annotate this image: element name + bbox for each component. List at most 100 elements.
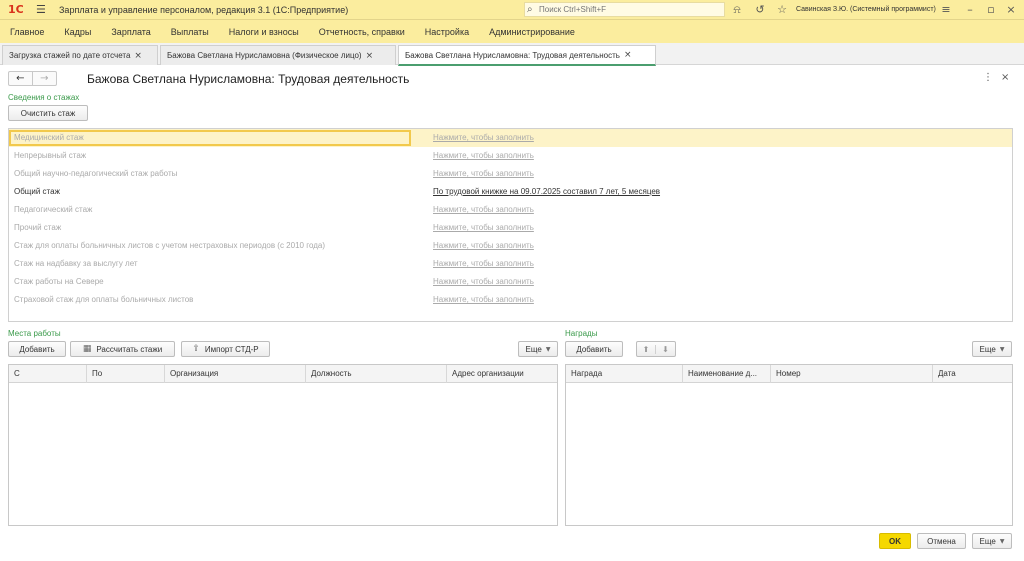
more-actions-icon[interactable]: ⋮ bbox=[983, 72, 993, 83]
move-up-icon[interactable]: ⬆ bbox=[637, 344, 657, 354]
stazh-value-link[interactable]: По трудовой книжке на 09.07.2025 состави… bbox=[433, 184, 660, 200]
app-title: Зарплата и управление персоналом, редакц… bbox=[59, 4, 349, 15]
stazh-row[interactable]: Стаж на надбавку за выслугу лет Нажмите,… bbox=[9, 255, 1012, 273]
calculator-icon: ▦ bbox=[82, 344, 92, 354]
menu-item-settings[interactable]: Настройка bbox=[415, 27, 479, 37]
stazh-row[interactable]: Педагогический стаж Нажмите, чтобы запол… bbox=[9, 201, 1012, 219]
tab-work-activity[interactable]: Бажова Светлана Нурисламовна: Трудовая д… bbox=[398, 45, 656, 66]
workplaces-more-button[interactable]: Еще ▼ bbox=[518, 341, 558, 357]
tab-person[interactable]: Бажова Светлана Нурисламовна (Физическое… bbox=[160, 45, 396, 65]
more-label: Еще bbox=[525, 344, 542, 354]
stazh-row[interactable]: Медицинский стаж Нажмите, чтобы заполнит… bbox=[9, 129, 1012, 147]
tab-label: Бажова Светлана Нурисламовна: Трудовая д… bbox=[405, 50, 620, 60]
column-header-position[interactable]: Должность bbox=[306, 365, 447, 383]
import-std-button[interactable]: ⇪ Импорт СТД-Р bbox=[181, 341, 270, 357]
stazh-row[interactable]: Страховой стаж для оплаты больничных лис… bbox=[9, 291, 1012, 309]
restore-icon[interactable]: ▫ bbox=[985, 3, 997, 16]
menu-item-reports[interactable]: Отчетность, справки bbox=[309, 27, 415, 37]
menu-item-main[interactable]: Главное bbox=[0, 27, 54, 37]
table-header: Награда Наименование д... Номер Дата bbox=[566, 365, 1012, 383]
stazh-row[interactable]: Прочий стаж Нажмите, чтобы заполнить bbox=[9, 219, 1012, 237]
menu-item-salary[interactable]: Зарплата bbox=[101, 27, 160, 37]
add-workplace-button[interactable]: Добавить bbox=[8, 341, 66, 357]
column-header-number[interactable]: Номер bbox=[771, 365, 933, 383]
stazh-value-link[interactable]: Нажмите, чтобы заполнить bbox=[433, 202, 534, 218]
forward-arrow-icon[interactable]: → bbox=[33, 72, 56, 85]
workplaces-label: Места работы bbox=[8, 329, 61, 338]
stazh-value-link[interactable]: Нажмите, чтобы заполнить bbox=[433, 220, 534, 236]
stazh-name: Общий стаж bbox=[14, 187, 60, 196]
section-menu: Главное Кадры Зарплата Выплаты Налоги и … bbox=[0, 20, 1024, 43]
minimize-icon[interactable]: – bbox=[964, 3, 976, 16]
tab-label: Бажова Светлана Нурисламовна (Физическое… bbox=[167, 51, 362, 60]
current-user[interactable]: Савинская З.Ю. (Системный программист) bbox=[796, 6, 936, 13]
workplaces-table[interactable]: С По Организация Должность Адрес организ… bbox=[8, 364, 558, 526]
ok-button[interactable]: OK bbox=[879, 533, 911, 549]
history-icon[interactable]: ↺ bbox=[754, 3, 766, 16]
stazh-name: Стаж работы на Севере bbox=[14, 277, 104, 286]
column-header-organization[interactable]: Организация bbox=[165, 365, 306, 383]
stazh-value-link[interactable]: Нажмите, чтобы заполнить bbox=[433, 274, 534, 290]
footer-more-button[interactable]: Еще ▼ bbox=[972, 533, 1012, 549]
calc-stazh-button[interactable]: ▦ Рассчитать стажи bbox=[70, 341, 175, 357]
column-header-doc-name[interactable]: Наименование д... bbox=[683, 365, 771, 383]
awards-table[interactable]: Награда Наименование д... Номер Дата bbox=[565, 364, 1013, 526]
stazh-name: Стаж для оплаты больничных листов с учет… bbox=[14, 241, 325, 250]
tab-stazh-loading[interactable]: Загрузка стажей по дате отсчета × bbox=[2, 45, 158, 65]
page-title: Бажова Светлана Нурисламовна: Трудовая д… bbox=[87, 72, 410, 86]
column-header-to[interactable]: По bbox=[87, 365, 165, 383]
stazh-name: Педагогический стаж bbox=[14, 205, 93, 214]
stazh-name: Непрерывный стаж bbox=[14, 151, 87, 160]
close-icon[interactable]: × bbox=[624, 50, 632, 60]
table-header: С По Организация Должность Адрес организ… bbox=[9, 365, 557, 383]
search-input[interactable] bbox=[539, 5, 719, 14]
awards-more-button[interactable]: Еще ▼ bbox=[972, 341, 1012, 357]
import-std-label: Импорт СТД-Р bbox=[204, 344, 259, 354]
more-label: Еще bbox=[979, 344, 996, 354]
add-award-button[interactable]: Добавить bbox=[565, 341, 623, 357]
stazh-value-link[interactable]: Нажмите, чтобы заполнить bbox=[433, 130, 534, 146]
stazh-value-link[interactable]: Нажмите, чтобы заполнить bbox=[433, 256, 534, 272]
move-buttons: ⬆ ⬇ bbox=[636, 341, 676, 357]
tab-label: Загрузка стажей по дате отсчета bbox=[9, 51, 131, 60]
back-arrow-icon[interactable]: ← bbox=[9, 72, 33, 85]
column-header-award[interactable]: Награда bbox=[566, 365, 683, 383]
stazh-row[interactable]: Непрерывный стаж Нажмите, чтобы заполнит… bbox=[9, 147, 1012, 165]
search-box[interactable]: ⌕ bbox=[524, 2, 725, 17]
close-icon[interactable]: × bbox=[1001, 72, 1009, 83]
main-menu-icon[interactable]: ☰ bbox=[36, 3, 48, 16]
column-header-address[interactable]: Адрес организации bbox=[447, 365, 557, 383]
stazh-row[interactable]: Общий научно-педагогический стаж работы … bbox=[9, 165, 1012, 183]
menu-item-taxes[interactable]: Налоги и взносы bbox=[219, 27, 309, 37]
menu-item-payments[interactable]: Выплаты bbox=[161, 27, 219, 37]
menu-item-hr[interactable]: Кадры bbox=[54, 27, 101, 37]
menu-item-admin[interactable]: Администрирование bbox=[479, 27, 585, 37]
settings-menu-icon[interactable]: ≡ bbox=[940, 3, 952, 16]
star-icon[interactable]: ☆ bbox=[776, 3, 788, 16]
move-down-icon[interactable]: ⬇ bbox=[656, 345, 675, 354]
chevron-down-icon: ▼ bbox=[999, 345, 1005, 353]
cancel-button[interactable]: Отмена bbox=[917, 533, 966, 549]
stazh-value-link[interactable]: Нажмите, чтобы заполнить bbox=[433, 292, 534, 308]
calc-stazh-label: Рассчитать стажи bbox=[96, 344, 163, 354]
stazh-value-link[interactable]: Нажмите, чтобы заполнить bbox=[433, 148, 534, 164]
stazh-value-link[interactable]: Нажмите, чтобы заполнить bbox=[433, 238, 534, 254]
bell-icon[interactable]: ⍾ bbox=[731, 3, 743, 17]
app-logo: 1С bbox=[8, 3, 24, 16]
stazh-name: Прочий стаж bbox=[14, 223, 62, 232]
clear-stazh-button[interactable]: Очистить стаж bbox=[8, 105, 88, 121]
stazh-row[interactable]: Общий стаж По трудовой книжке на 09.07.2… bbox=[9, 183, 1012, 201]
close-window-icon[interactable]: × bbox=[1005, 3, 1017, 16]
column-header-from[interactable]: С bbox=[9, 365, 87, 383]
stazh-row[interactable]: Стаж работы на Севере Нажмите, чтобы зап… bbox=[9, 273, 1012, 291]
close-icon[interactable]: × bbox=[134, 51, 142, 61]
stazh-row[interactable]: Стаж для оплаты больничных листов с учет… bbox=[9, 237, 1012, 255]
column-header-date[interactable]: Дата bbox=[933, 365, 1012, 383]
nav-buttons: ← → bbox=[8, 71, 57, 86]
stazh-list: Медицинский стаж Нажмите, чтобы заполнит… bbox=[8, 128, 1013, 322]
stazh-value-link[interactable]: Нажмите, чтобы заполнить bbox=[433, 166, 534, 182]
more-label: Еще bbox=[979, 536, 996, 546]
chevron-down-icon: ▼ bbox=[545, 345, 551, 353]
close-icon[interactable]: × bbox=[366, 51, 374, 61]
import-icon: ⇪ bbox=[192, 344, 200, 354]
